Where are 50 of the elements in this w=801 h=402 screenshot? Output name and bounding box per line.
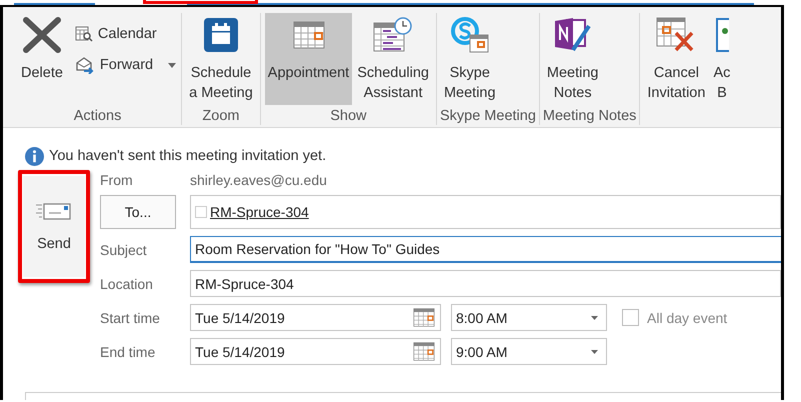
address-book-icon [714, 17, 729, 53]
group-label: Skype Meeting [440, 107, 536, 126]
field-label: From [100, 172, 134, 188]
group-label: Zoom [201, 107, 240, 126]
caret-icon [591, 316, 598, 320]
sender-address: shirley.eaves@cu.edu [190, 172, 328, 188]
ribbon-button[interactable]: Meeting Notes [544, 13, 602, 105]
info-message: You haven't sent this meeting invitation yet. [49, 148, 326, 164]
send-button[interactable]: Send [23, 176, 85, 277]
calendar-search-icon [74, 26, 93, 42]
envelope-icon [36, 202, 72, 220]
group-label: Show [329, 107, 368, 126]
location-field[interactable]: RM-Spruce-304 [190, 270, 781, 297]
info-icon [25, 146, 44, 166]
ribbon-button[interactable]: Cancel Invitation [644, 13, 708, 105]
checkbox[interactable] [622, 309, 639, 326]
scheduling-grid-icon [373, 17, 414, 53]
field-label: Subject [100, 242, 148, 258]
time-dropdown[interactable]: 8:00 AM [451, 304, 607, 331]
checkbox[interactable] [195, 206, 207, 218]
notebook-pen-icon [552, 16, 593, 54]
group-label: Meeting Notes [542, 107, 636, 126]
skype-calendar-icon [448, 16, 491, 54]
appointment-calendar-icon [292, 21, 324, 49]
checkbox-label: All day event [647, 310, 728, 326]
field-label: End time [100, 344, 156, 360]
ribbon-button[interactable]: Skype Meeting [440, 13, 499, 105]
calendar-icon[interactable] [413, 308, 437, 327]
time-dropdown[interactable]: 9:00 AM [451, 338, 607, 365]
field-label: Location [100, 276, 154, 292]
ribbon-button[interactable]: Ac B [710, 13, 734, 105]
delete-icon [22, 17, 62, 53]
ribbon-button[interactable]: Delete [18, 13, 66, 105]
caret-icon [591, 350, 598, 354]
recipient-link[interactable]: RM-Spruce-304 [210, 204, 309, 220]
group-label: Actions [72, 107, 122, 126]
date-field[interactable]: Tue 5/14/2019 [190, 338, 441, 365]
ribbon-button[interactable]: Appointment [264, 13, 352, 105]
ribbon-button[interactable]: Schedule a Meeting [186, 13, 256, 105]
ribbon-button[interactable]: Forward [72, 54, 178, 76]
forward-envelope-icon [74, 56, 95, 74]
date-field[interactable]: Tue 5/14/2019 [190, 304, 441, 331]
field-label: Start time [100, 310, 161, 326]
calendar-icon[interactable] [413, 342, 437, 361]
recipient-field[interactable]: RM-Spruce-304 [190, 195, 781, 229]
calendar-icon [204, 18, 238, 52]
ribbon-button[interactable]: Scheduling Assistant [354, 13, 432, 105]
subject-field[interactable]: Room Reservation for "How To" Guides [190, 236, 781, 263]
to-button[interactable]: To... [100, 195, 176, 229]
ribbon-button[interactable]: Calendar [72, 24, 178, 44]
